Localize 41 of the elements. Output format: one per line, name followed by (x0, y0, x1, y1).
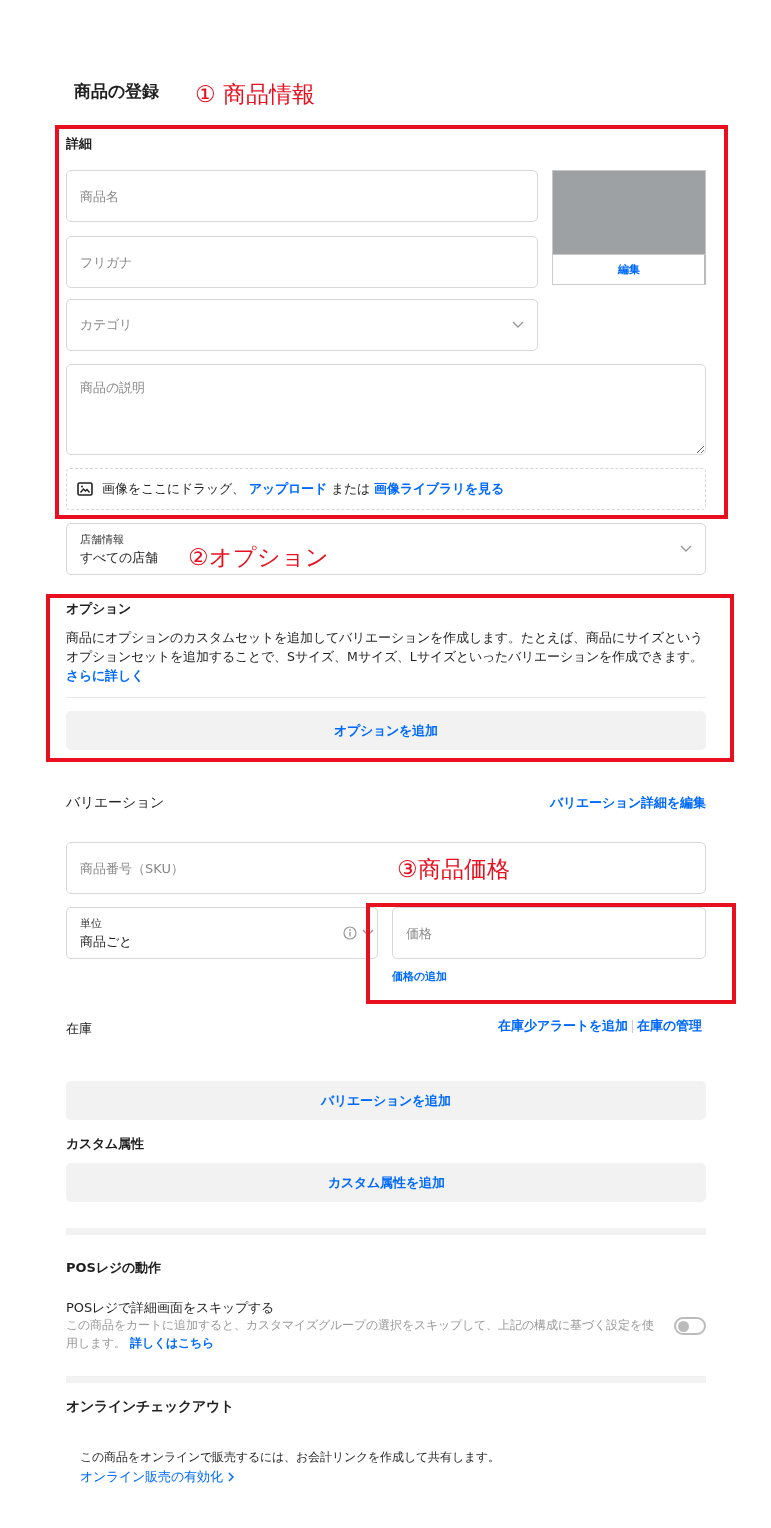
edit-variations-link[interactable]: バリエーション詳細を編集 (550, 794, 706, 813)
upload-link[interactable]: アップロード (249, 481, 328, 496)
manage-stock-link[interactable]: 在庫の管理 (637, 1017, 702, 1036)
furigana-field[interactable]: フリガナ (66, 236, 538, 288)
add-variation-button[interactable]: バリエーションを追加 (66, 1081, 706, 1121)
add-custom-attribute-button[interactable]: カスタム属性を追加 (66, 1163, 706, 1203)
description-field[interactable]: 商品の説明 (66, 364, 706, 455)
section-heading: カスタム属性 (66, 1135, 144, 1154)
annotation-label: ① 商品情報 (195, 83, 315, 106)
annotation-label: ②オプション (188, 546, 329, 569)
stock-label: 在庫 (66, 1020, 92, 1039)
section-heading: 詳細 (66, 135, 92, 153)
category-select[interactable]: カテゴリ (66, 299, 538, 351)
chevron-down-icon (680, 545, 692, 553)
page-title: 商品の登録 (74, 80, 159, 103)
image-icon (77, 482, 93, 496)
section-heading: POSレジの動作 (66, 1259, 161, 1278)
section-heading: オプション (66, 600, 131, 618)
annotation-label: ③商品価格 (397, 858, 510, 881)
options-description: 商品にオプションのカスタムセットを追加してバリエーションを作成します。たとえば、商品にサイズというオプションセットを追加することで、Sサイズ、Mサイズ、Lサイズといったバリエーションを作成できます。 さらに詳しく (66, 629, 704, 685)
section-heading: バリエーション (66, 794, 164, 813)
enable-online-link[interactable]: オンライン販売の有効化 (80, 1468, 234, 1487)
product-name-field[interactable]: 商品名 (66, 170, 538, 222)
upload-hint: 画像をここにドラッグ、 アップロード または 画像ライブラリを見る (102, 480, 505, 498)
setting-description: この商品をカートに追加すると、カスタマイズグループの選択をスキップして、上記の構成に基づく設定を使用します。 詳しくはこちら (66, 1317, 655, 1352)
stock-alert-link[interactable]: 在庫少アラートを追加 (498, 1017, 628, 1036)
edit-button[interactable]: 編集 (552, 255, 706, 285)
image-library-link[interactable]: 画像ライブラリを見る (374, 481, 505, 496)
section-heading: オンラインチェックアウト (66, 1398, 234, 1417)
chevron-right-icon (228, 1472, 234, 1483)
online-description: この商品をオンラインで販売するには、お会計リンクを作成して共有します。 (80, 1450, 501, 1466)
unit-select[interactable]: 単位 商品ごと (66, 907, 378, 960)
details-link[interactable]: 詳しくはこちら (129, 1335, 214, 1350)
price-field[interactable]: 価格 (392, 907, 706, 960)
setting-title: POSレジで詳細画面をスキップする (66, 1299, 276, 1318)
add-price-link[interactable]: 価格の追加 (392, 969, 447, 985)
toggle-switch[interactable] (674, 1316, 706, 1335)
chevron-down-icon (512, 321, 524, 329)
add-option-button[interactable]: オプションを追加 (66, 711, 706, 751)
info-icon[interactable] (343, 926, 357, 941)
learn-more-link[interactable]: さらに詳しく (66, 667, 144, 683)
